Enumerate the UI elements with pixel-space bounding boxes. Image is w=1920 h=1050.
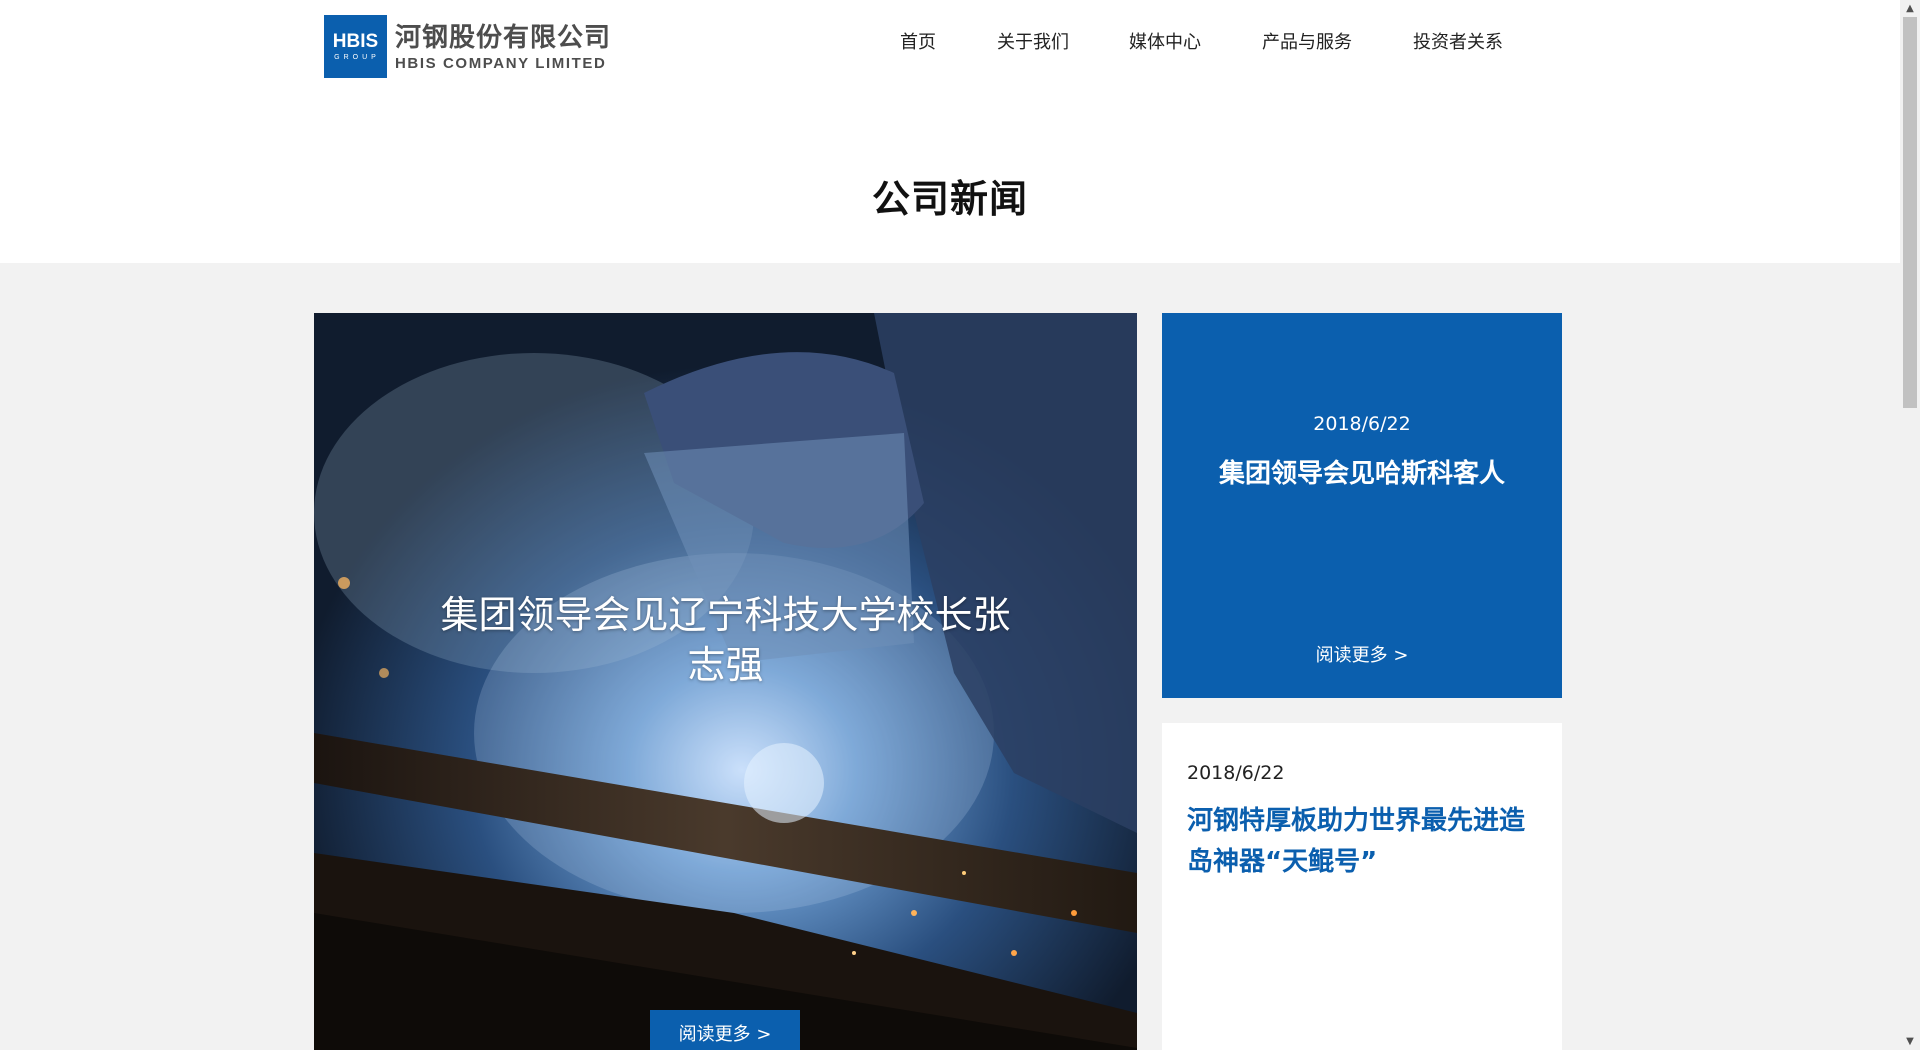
- featured-read-more-button[interactable]: 阅读更多 >: [650, 1010, 800, 1050]
- news-date: 2018/6/22: [1313, 413, 1411, 435]
- nav-item-media[interactable]: 媒体中心: [1129, 28, 1201, 54]
- site-header: HBIS GROUP 河钢股份有限公司 HBIS COMPANY LIMITED…: [0, 0, 1900, 263]
- news-date: 2018/6/22: [1187, 762, 1285, 784]
- page-scrollbar[interactable]: ▲ ▼: [1900, 0, 1920, 1050]
- news-card[interactable]: 2018/6/22 河钢特厚板助力世界最先进造岛神器“天鲲号”: [1162, 723, 1562, 1050]
- featured-news-title[interactable]: 集团领导会见辽宁科技大学校长张志强: [314, 590, 1137, 690]
- nav-item-investors[interactable]: 投资者关系: [1413, 28, 1503, 54]
- page-title: 公司新闻: [871, 177, 1028, 221]
- news-card-highlight[interactable]: 2018/6/22 集团领导会见哈斯科客人 阅读更多 >: [1162, 313, 1562, 698]
- logo-name-en: HBIS COMPANY LIMITED: [395, 55, 607, 72]
- read-more-link[interactable]: 阅读更多 >: [1162, 641, 1562, 667]
- main-nav: 首页 关于我们 媒体中心 产品与服务 投资者关系: [0, 28, 1900, 54]
- news-title[interactable]: 河钢特厚板助力世界最先进造岛神器“天鲲号”: [1187, 801, 1547, 883]
- featured-news[interactable]: 集团领导会见辽宁科技大学校长张志强 阅读更多 >: [314, 313, 1137, 1050]
- nav-item-about[interactable]: 关于我们: [997, 28, 1069, 54]
- news-title[interactable]: 集团领导会见哈斯科客人: [1162, 453, 1562, 490]
- logo-mark-subtext: GROUP: [334, 53, 380, 61]
- scroll-down-icon[interactable]: ▼: [1900, 1033, 1920, 1050]
- scrollbar-thumb[interactable]: [1903, 17, 1917, 408]
- nav-item-products[interactable]: 产品与服务: [1262, 28, 1352, 54]
- nav-item-home[interactable]: 首页: [900, 28, 936, 54]
- scroll-up-icon[interactable]: ▲: [1900, 0, 1920, 17]
